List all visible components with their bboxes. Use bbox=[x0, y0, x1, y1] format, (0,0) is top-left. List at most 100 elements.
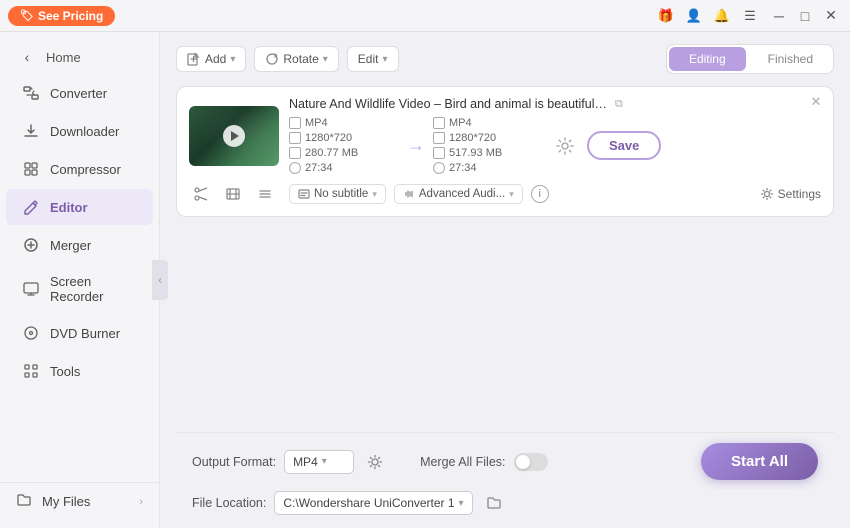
screen-recorder-icon bbox=[22, 280, 40, 298]
edit-dropdown-button[interactable]: Edit ▾ bbox=[347, 46, 399, 72]
converter-icon bbox=[22, 84, 40, 102]
info-icon[interactable]: i bbox=[531, 185, 549, 203]
convert-arrow-icon: → bbox=[407, 135, 425, 156]
source-duration: 27:34 bbox=[305, 162, 333, 174]
compressor-icon bbox=[22, 160, 40, 178]
bottom-bar: Output Format: MP4 ▾ Merge All Files: St… bbox=[176, 432, 834, 490]
settings-button[interactable]: Settings bbox=[760, 187, 821, 201]
cut-icon[interactable] bbox=[189, 182, 213, 206]
output-resolution-icon bbox=[433, 132, 445, 144]
dvd-burner-label: DVD Burner bbox=[50, 326, 120, 341]
list-icon[interactable] bbox=[253, 182, 277, 206]
downloader-label: Downloader bbox=[50, 124, 119, 139]
bell-icon[interactable]: 🔔 bbox=[712, 6, 732, 26]
titlebar: 🏷 See Pricing 🎁 👤 🔔 ☰ ─ □ ✕ bbox=[0, 0, 850, 32]
sidebar-item-downloader[interactable]: Downloader bbox=[6, 113, 153, 149]
source-resolution: 1280*720 bbox=[305, 132, 352, 144]
save-button[interactable]: Save bbox=[587, 131, 661, 160]
browse-folder-button[interactable] bbox=[481, 490, 507, 516]
output-duration: 27:34 bbox=[449, 162, 477, 174]
sidebar-item-tools[interactable]: Tools bbox=[6, 353, 153, 389]
maximize-button[interactable]: □ bbox=[794, 5, 816, 27]
content-area: Add ▾ Rotate ▾ Edit ▾ Editing Finished ✕ bbox=[160, 32, 850, 528]
file-location-label: File Location: bbox=[192, 496, 266, 510]
file-location-select[interactable]: C:\Wondershare UniConverter 1 ▾ bbox=[274, 491, 472, 515]
card-close-button[interactable]: ✕ bbox=[807, 93, 825, 111]
add-btn-label: Add bbox=[205, 52, 226, 66]
close-button[interactable]: ✕ bbox=[820, 5, 842, 27]
sidebar-item-converter[interactable]: Converter bbox=[6, 75, 153, 111]
see-pricing-button[interactable]: 🏷 See Pricing bbox=[8, 6, 115, 26]
card-info: Nature And Wildlife Video – Bird and ani… bbox=[289, 97, 821, 174]
user-icon[interactable]: 👤 bbox=[684, 6, 704, 26]
main-layout: ‹ Home Converter Downloader Compressor bbox=[0, 32, 850, 528]
video-thumbnail[interactable] bbox=[189, 106, 279, 166]
rotate-button[interactable]: Rotate ▾ bbox=[254, 46, 338, 72]
source-size: 280.77 MB bbox=[305, 147, 358, 159]
output-format: MP4 bbox=[449, 117, 472, 129]
my-files-label: My Files bbox=[42, 494, 90, 509]
pricing-label: See Pricing bbox=[38, 9, 103, 23]
tools-label: Tools bbox=[50, 364, 80, 379]
audio-select[interactable]: Advanced Audi... ▾ bbox=[394, 184, 523, 204]
settings-icon bbox=[760, 187, 774, 201]
source-meta: MP4 1280*720 280.77 MB bbox=[289, 117, 399, 174]
tab-finished[interactable]: Finished bbox=[748, 45, 833, 73]
gift-icon[interactable]: 🎁 bbox=[656, 6, 676, 26]
sidebar-item-screen-recorder[interactable]: Screen Recorder bbox=[6, 265, 153, 313]
sidebar-home-label: Home bbox=[46, 50, 81, 65]
output-format-value: MP4 bbox=[293, 455, 318, 469]
sidebar-item-merger[interactable]: Merger bbox=[6, 227, 153, 263]
file-location-bar: File Location: C:\Wondershare UniConvert… bbox=[176, 490, 834, 528]
source-size-row: 280.77 MB bbox=[289, 147, 399, 159]
card-settings-gear[interactable] bbox=[551, 132, 579, 160]
sidebar-item-my-files[interactable]: My Files › bbox=[0, 482, 159, 520]
add-arrow-icon: ▾ bbox=[230, 54, 235, 65]
card-top: Nature And Wildlife Video – Bird and ani… bbox=[189, 97, 821, 174]
title-icon-group: 🎁 👤 🔔 ☰ bbox=[656, 6, 760, 26]
subtitle-select[interactable]: No subtitle ▾ bbox=[289, 184, 386, 204]
audio-icon bbox=[403, 188, 415, 200]
screen-recorder-label: Screen Recorder bbox=[50, 274, 137, 304]
output-format-row: MP4 bbox=[433, 117, 543, 129]
output-duration-icon bbox=[433, 162, 445, 174]
external-link-icon[interactable]: ⧉ bbox=[615, 98, 623, 111]
sidebar-item-editor[interactable]: Editor bbox=[6, 189, 153, 225]
card-bottom-toolbar: No subtitle ▾ Advanced Audi... ▾ i Setti… bbox=[189, 182, 821, 206]
output-format-gear[interactable] bbox=[362, 449, 388, 475]
sidebar-item-dvd-burner[interactable]: DVD Burner bbox=[6, 315, 153, 351]
compressor-label: Compressor bbox=[50, 162, 121, 177]
rotate-btn-label: Rotate bbox=[283, 52, 318, 66]
tag-icon: 🏷 bbox=[20, 9, 34, 22]
editor-icon bbox=[22, 198, 40, 216]
audio-arrow: ▾ bbox=[509, 189, 514, 200]
source-resolution-row: 1280*720 bbox=[289, 132, 399, 144]
output-meta: MP4 1280*720 517.93 MB bbox=[433, 117, 543, 174]
file-location-arrow: ▾ bbox=[459, 498, 464, 509]
collapse-sidebar-button[interactable]: ‹ bbox=[152, 260, 168, 300]
converter-label: Converter bbox=[50, 86, 107, 101]
output-format-select[interactable]: MP4 ▾ bbox=[284, 450, 354, 474]
output-format-icon bbox=[433, 117, 445, 129]
resolution-icon bbox=[289, 132, 301, 144]
card-meta: MP4 1280*720 280.77 MB bbox=[289, 117, 821, 174]
play-button[interactable] bbox=[223, 125, 245, 147]
size-icon bbox=[289, 147, 301, 159]
merge-toggle-switch[interactable] bbox=[514, 453, 548, 471]
tab-editing[interactable]: Editing bbox=[669, 47, 746, 71]
tab-group: Editing Finished bbox=[666, 44, 834, 74]
menu-icon[interactable]: ☰ bbox=[740, 6, 760, 26]
start-all-button[interactable]: Start All bbox=[701, 443, 818, 480]
merger-label: Merger bbox=[50, 238, 91, 253]
edit-dropdown-label: Edit bbox=[358, 52, 379, 66]
minimize-button[interactable]: ─ bbox=[768, 5, 790, 27]
sidebar-item-home[interactable]: ‹ Home bbox=[6, 41, 153, 73]
output-resolution-row: 1280*720 bbox=[433, 132, 543, 144]
sidebar-item-compressor[interactable]: Compressor bbox=[6, 151, 153, 187]
output-size: 517.93 MB bbox=[449, 147, 502, 159]
my-files-icon bbox=[16, 492, 32, 511]
back-icon: ‹ bbox=[18, 48, 36, 66]
add-file-button[interactable]: Add ▾ bbox=[176, 46, 246, 72]
clip-icon[interactable] bbox=[221, 182, 245, 206]
my-files-arrow: › bbox=[139, 496, 143, 508]
